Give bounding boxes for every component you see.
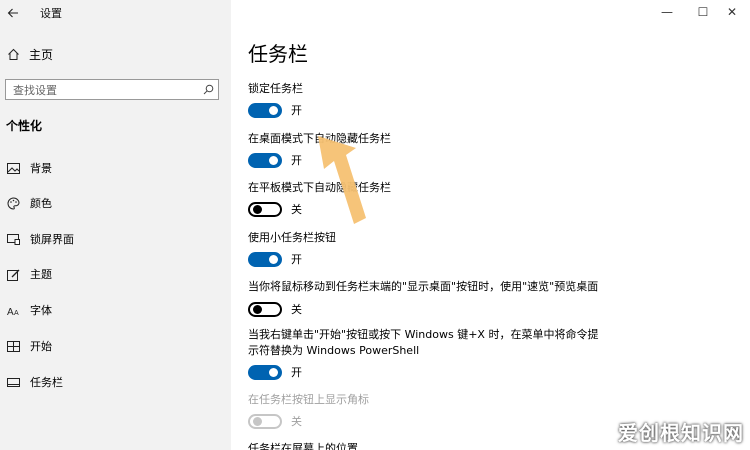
back-button[interactable] [0,0,26,26]
sidebar-item-taskbar[interactable]: 任务栏 [0,371,231,393]
toggle-knob [253,417,262,426]
search-placeholder: 查找设置 [13,83,57,97]
toggle-state: 开 [291,253,302,266]
page-title: 任务栏 [248,42,308,66]
search-input[interactable]: 查找设置 [5,79,219,100]
toggle-knob [253,205,262,214]
toggle-knob [269,254,278,264]
powershell-toggle[interactable] [248,364,282,380]
sidebar: 设置 主页 查找设置 个性化 背景 颜色 锁屏界面 主题 A A 字体 开始 任… [0,0,231,450]
toggle-row-autohide-tablet: 关 [248,200,302,218]
setting-label-peek: 当你将鼠标移动到任务栏末端的"显示桌面"按钮时，使用"速览"预览桌面 [248,280,599,293]
taskbar-position-heading: 任务栏在屏幕上的位置 [248,442,358,450]
toggle-state: 关 [291,415,302,428]
theme-icon [6,267,20,281]
back-arrow-icon [7,8,18,18]
setting-label-powershell-line1: 当我右键单击"开始"按钮或按下 Windows 键+X 时，在菜单中将命令提 [248,328,599,341]
toggle-knob [269,155,278,165]
toggle-knob [253,305,262,314]
sidebar-item-label: 任务栏 [30,376,63,389]
toggle-row-lock-taskbar: 开 [248,101,302,119]
palette-icon [6,196,20,210]
toggle-state: 关 [291,303,302,316]
main-panel: — ☐ ✕ 任务栏 锁定任务栏 开 在桌面模式下自动隐藏任务栏 开 在平板模式下… [231,0,750,450]
toggle-row-badges: 关 [248,412,302,430]
toggle-knob [269,367,278,377]
setting-label-lock-taskbar: 锁定任务栏 [248,82,303,95]
annotation-arrow-icon [318,136,366,224]
peek-toggle[interactable] [248,301,282,317]
minimize-button[interactable]: — [649,0,685,24]
sidebar-item-colors[interactable]: 颜色 [0,192,231,214]
title-bar: 设置 [0,0,231,26]
toggle-state: 关 [291,203,302,216]
lock-screen-icon [6,232,20,246]
sidebar-item-label: 开始 [30,340,52,353]
toggle-state: 开 [291,366,302,379]
sidebar-item-label: 颜色 [30,197,52,210]
taskbar-icon [6,375,20,389]
font-icon: AA [6,303,20,317]
small-buttons-toggle[interactable] [248,251,282,267]
toggle-knob [269,105,278,115]
minimize-icon: — [661,5,673,19]
nav-home-label: 主页 [29,47,54,62]
nav-home[interactable]: 主页 [0,42,231,66]
watermark: 爱创根知识网 [618,421,744,445]
maximize-icon: ☐ [697,5,709,19]
lock-taskbar-toggle[interactable] [248,102,282,118]
close-button[interactable]: ✕ [714,0,750,24]
sidebar-item-lock-screen[interactable]: 锁屏界面 [0,228,231,250]
window-title: 设置 [40,7,62,20]
sidebar-item-background[interactable]: 背景 [0,157,231,179]
start-icon [6,339,20,353]
toggle-state: 开 [291,104,302,117]
toggle-state: 开 [291,154,302,167]
toggle-row-powershell: 开 [248,363,302,381]
toggle-row-small-buttons: 开 [248,250,302,268]
setting-label-small-buttons: 使用小任务栏按钮 [248,231,336,244]
setting-label-badges: 在任务栏按钮上显示角标 [248,393,369,406]
section-title: 个性化 [6,119,43,133]
badges-toggle [248,413,282,429]
sidebar-item-label: 锁屏界面 [30,233,74,246]
svg-text:A: A [14,310,19,316]
sidebar-item-start[interactable]: 开始 [0,335,231,357]
sidebar-item-themes[interactable]: 主题 [0,263,231,285]
sidebar-item-label: 字体 [30,304,52,317]
toggle-row-peek: 关 [248,300,302,318]
home-icon [6,47,20,61]
svg-text:A: A [7,307,14,316]
image-icon [6,161,20,175]
close-icon: ✕ [726,5,738,19]
autohide-desktop-toggle[interactable] [248,152,282,168]
setting-label-powershell-line2: 示符替换为 Windows PowerShell [248,344,420,357]
sidebar-item-fonts[interactable]: AA 字体 [0,299,231,321]
sidebar-item-label: 背景 [30,162,52,175]
toggle-row-autohide-desktop: 开 [248,151,302,169]
sidebar-item-label: 主题 [30,268,52,281]
autohide-tablet-toggle[interactable] [248,201,282,217]
search-icon[interactable] [198,80,218,99]
